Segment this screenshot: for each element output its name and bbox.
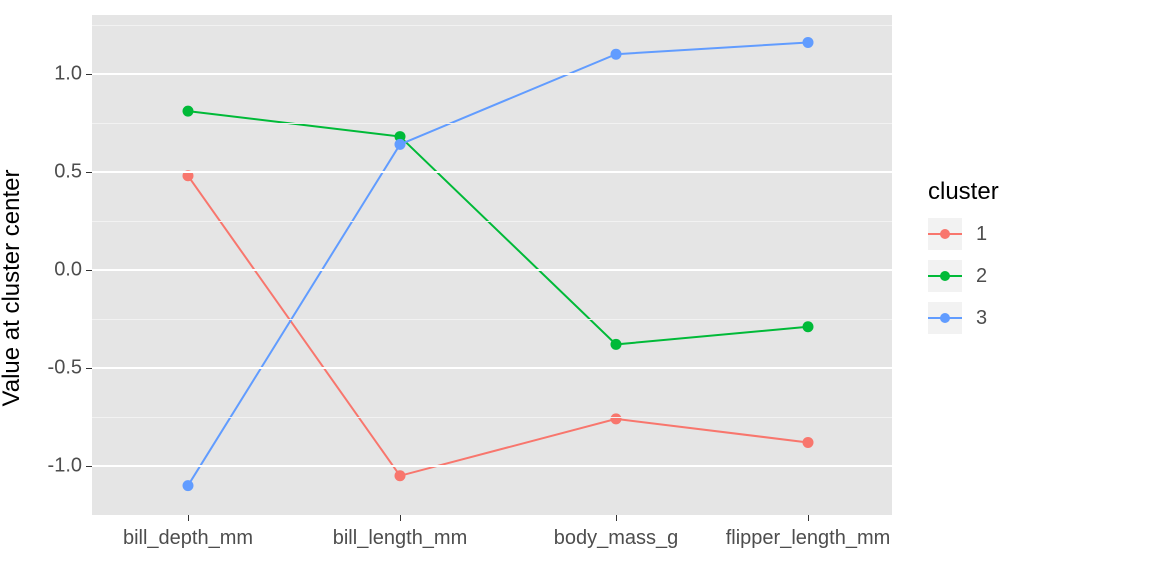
x-tick-mark xyxy=(400,515,401,521)
chart-container: Value at cluster center -1.0-0.50.00.51.… xyxy=(0,0,1152,576)
y-axis-title: Value at cluster center xyxy=(0,169,26,406)
plot-panel: -1.0-0.50.00.51.0bill_depth_mmbill_lengt… xyxy=(92,15,892,515)
grid-major xyxy=(92,171,892,173)
legend-key xyxy=(928,302,962,334)
legend-item: 3 xyxy=(928,302,999,334)
x-tick-label: bill_depth_mm xyxy=(123,527,253,550)
series-point xyxy=(395,139,406,150)
x-tick-label: flipper_length_mm xyxy=(726,527,891,550)
grid-minor xyxy=(92,221,892,222)
x-tick-mark xyxy=(616,515,617,521)
series-point xyxy=(803,37,814,48)
y-tick-label: -0.5 xyxy=(48,356,82,379)
grid-major xyxy=(92,367,892,369)
y-tick-mark xyxy=(86,270,92,271)
x-tick-mark xyxy=(808,515,809,521)
grid-major xyxy=(92,465,892,467)
legend-item: 2 xyxy=(928,260,999,292)
legend-key xyxy=(928,260,962,292)
series-point xyxy=(611,339,622,350)
legend: cluster 1 2 3 xyxy=(928,178,999,344)
grid-major xyxy=(92,73,892,75)
series-line xyxy=(188,111,808,344)
y-tick-mark xyxy=(86,466,92,467)
legend-title: cluster xyxy=(928,178,999,206)
y-tick-label: 0.5 xyxy=(54,160,82,183)
plot-lines xyxy=(92,15,892,515)
y-tick-label: -1.0 xyxy=(48,454,82,477)
grid-minor xyxy=(92,123,892,124)
series-point xyxy=(803,321,814,332)
series-point xyxy=(183,480,194,491)
series-point xyxy=(395,470,406,481)
x-tick-label: bill_length_mm xyxy=(333,527,468,550)
legend-item: 1 xyxy=(928,218,999,250)
legend-label: 3 xyxy=(976,307,987,330)
legend-key xyxy=(928,218,962,250)
x-tick-label: body_mass_g xyxy=(554,527,679,550)
y-tick-mark xyxy=(86,368,92,369)
series-point xyxy=(183,106,194,117)
y-tick-label: 0.0 xyxy=(54,258,82,281)
grid-major xyxy=(92,269,892,271)
grid-minor xyxy=(92,319,892,320)
y-tick-mark xyxy=(86,74,92,75)
legend-label: 1 xyxy=(976,223,987,246)
y-tick-label: 1.0 xyxy=(54,62,82,85)
series-point xyxy=(611,49,622,60)
series-point xyxy=(803,437,814,448)
x-tick-mark xyxy=(188,515,189,521)
y-tick-mark xyxy=(86,172,92,173)
series-line xyxy=(188,42,808,485)
series-point xyxy=(611,413,622,424)
grid-minor xyxy=(92,25,892,26)
legend-label: 2 xyxy=(976,265,987,288)
grid-minor xyxy=(92,417,892,418)
